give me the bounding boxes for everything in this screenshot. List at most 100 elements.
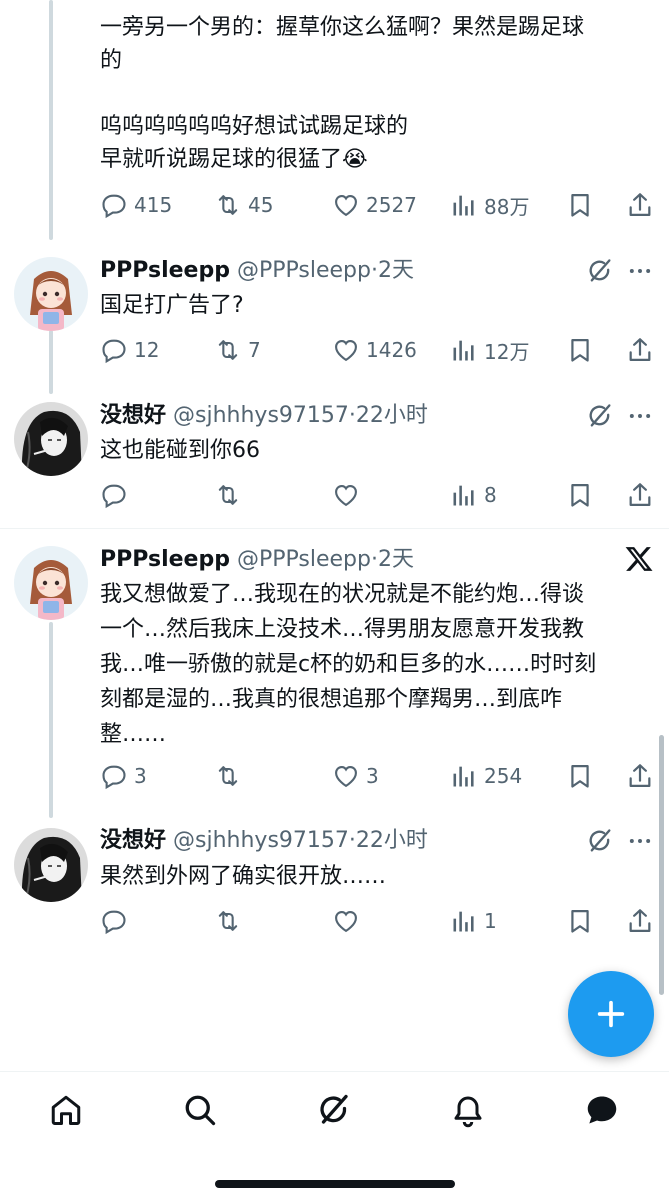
post-text-line: 我又想做爱了…我现在的状况就是不能约炮…得谈 [100, 582, 585, 607]
like-icon [332, 907, 360, 935]
share-button[interactable] [626, 189, 654, 221]
bookmark-button[interactable] [566, 189, 594, 221]
scrollbar[interactable] [659, 735, 664, 995]
avatar[interactable] [14, 402, 88, 476]
repost-button[interactable]: 45 [214, 189, 273, 221]
nav-messages[interactable] [582, 1090, 622, 1130]
share-button[interactable] [626, 760, 654, 792]
post-text-line: 一旁另一个男的：握草你这么猛啊？果然是踢足球 [100, 15, 585, 40]
more-icon[interactable] [626, 827, 654, 855]
grok-icon[interactable] [586, 257, 614, 285]
repost-count: 45 [248, 193, 274, 217]
reply-count: 3 [134, 764, 147, 788]
reply-button[interactable] [100, 479, 134, 511]
display-name[interactable]: 没想好 [100, 828, 166, 853]
like-icon [332, 762, 360, 790]
repost-icon [214, 762, 242, 790]
repost-icon [214, 191, 242, 219]
compose-button[interactable] [568, 971, 654, 1057]
views-count: 1 [484, 909, 497, 933]
thread-line [49, 622, 53, 818]
post-text-line: 呜呜呜呜呜呜好想试试踢足球的 [100, 114, 409, 139]
views-icon [450, 762, 478, 790]
reply-icon [100, 762, 128, 790]
reply-button[interactable]: 3 [100, 760, 147, 792]
post-text-line: 整…… [100, 722, 167, 747]
bookmark-button[interactable] [566, 479, 594, 511]
post-time[interactable]: 2天 [378, 258, 414, 283]
reply-button[interactable]: 12 [100, 334, 159, 366]
nav-home[interactable] [46, 1090, 86, 1130]
repost-button[interactable] [214, 760, 248, 792]
reply-icon [100, 336, 128, 364]
like-button[interactable]: 3 [332, 760, 379, 792]
avatar-illustration [14, 546, 88, 620]
bookmark-icon [566, 762, 594, 790]
post-text-line: 早就听说踢足球的很猛了😭 [100, 147, 368, 172]
views-button[interactable]: 254 [450, 760, 522, 792]
like-button[interactable]: 2527 [332, 189, 417, 221]
nav-search[interactable] [180, 1090, 220, 1130]
views-icon [450, 907, 478, 935]
bookmark-button[interactable] [566, 905, 594, 937]
post-actions: 8 [100, 479, 660, 511]
grok-icon[interactable] [586, 402, 614, 430]
share-button[interactable] [626, 905, 654, 937]
user-handle[interactable]: @sjhhhys97157 [173, 828, 349, 853]
nav-notifications[interactable] [448, 1090, 488, 1130]
post-time[interactable]: 22小时 [356, 403, 428, 428]
repost-icon [214, 907, 242, 935]
reply-icon [100, 481, 128, 509]
more-icon[interactable] [626, 402, 654, 430]
user-handle[interactable]: @PPPsleepp [237, 258, 371, 283]
repost-button[interactable] [214, 479, 248, 511]
like-count: 3 [366, 764, 379, 788]
bookmark-button[interactable] [566, 760, 594, 792]
post-header: PPPsleepp @PPPsleepp·2天 [100, 546, 414, 574]
post-text: 果然到外网了确实很开放…… [100, 864, 387, 889]
like-button[interactable] [332, 905, 366, 937]
bookmark-icon [566, 907, 594, 935]
like-button[interactable]: 1426 [332, 334, 417, 366]
grok-icon[interactable] [586, 827, 614, 855]
views-button[interactable]: 12万 [450, 334, 529, 366]
views-icon [450, 336, 478, 364]
share-button[interactable] [626, 334, 654, 366]
nav-grok[interactable] [314, 1090, 354, 1130]
avatar[interactable] [14, 828, 88, 902]
user-handle[interactable]: @sjhhhys97157 [173, 403, 349, 428]
like-button[interactable] [332, 479, 366, 511]
display-name[interactable]: PPPsleepp [100, 258, 230, 283]
separator-dot: · [370, 547, 378, 572]
repost-button[interactable]: 7 [214, 334, 261, 366]
avatar[interactable] [14, 546, 88, 620]
bookmark-button[interactable] [566, 334, 594, 366]
reply-button[interactable] [100, 905, 134, 937]
share-button[interactable] [626, 479, 654, 511]
share-icon [626, 191, 654, 219]
post-text-line: 我…唯一骄傲的就是c杯的奶和巨多的水……时时刻 [100, 652, 597, 677]
messages-icon [587, 1096, 617, 1124]
home-icon [51, 1095, 81, 1125]
divider [0, 528, 669, 529]
views-button[interactable]: 1 [450, 905, 497, 937]
views-icon [450, 481, 478, 509]
display-name[interactable]: PPPsleepp [100, 547, 230, 572]
views-button[interactable]: 88万 [450, 189, 529, 221]
post-time[interactable]: 2天 [378, 547, 414, 572]
like-icon [332, 191, 360, 219]
post-text: 国足打广告了? [100, 293, 244, 318]
more-icon[interactable] [626, 257, 654, 285]
post-actions: 12 7 1426 12万 [100, 334, 660, 366]
post-header: PPPsleepp @PPPsleepp·2天 [100, 257, 414, 285]
display-name[interactable]: 没想好 [100, 403, 166, 428]
views-button[interactable]: 8 [450, 479, 497, 511]
like-icon [332, 336, 360, 364]
avatar-illustration [14, 402, 88, 476]
post-time[interactable]: 22小时 [356, 828, 428, 853]
avatar[interactable] [14, 257, 88, 331]
repost-button[interactable] [214, 905, 248, 937]
bookmark-icon [566, 336, 594, 364]
reply-button[interactable]: 415 [100, 189, 172, 221]
user-handle[interactable]: @PPPsleepp [237, 547, 371, 572]
